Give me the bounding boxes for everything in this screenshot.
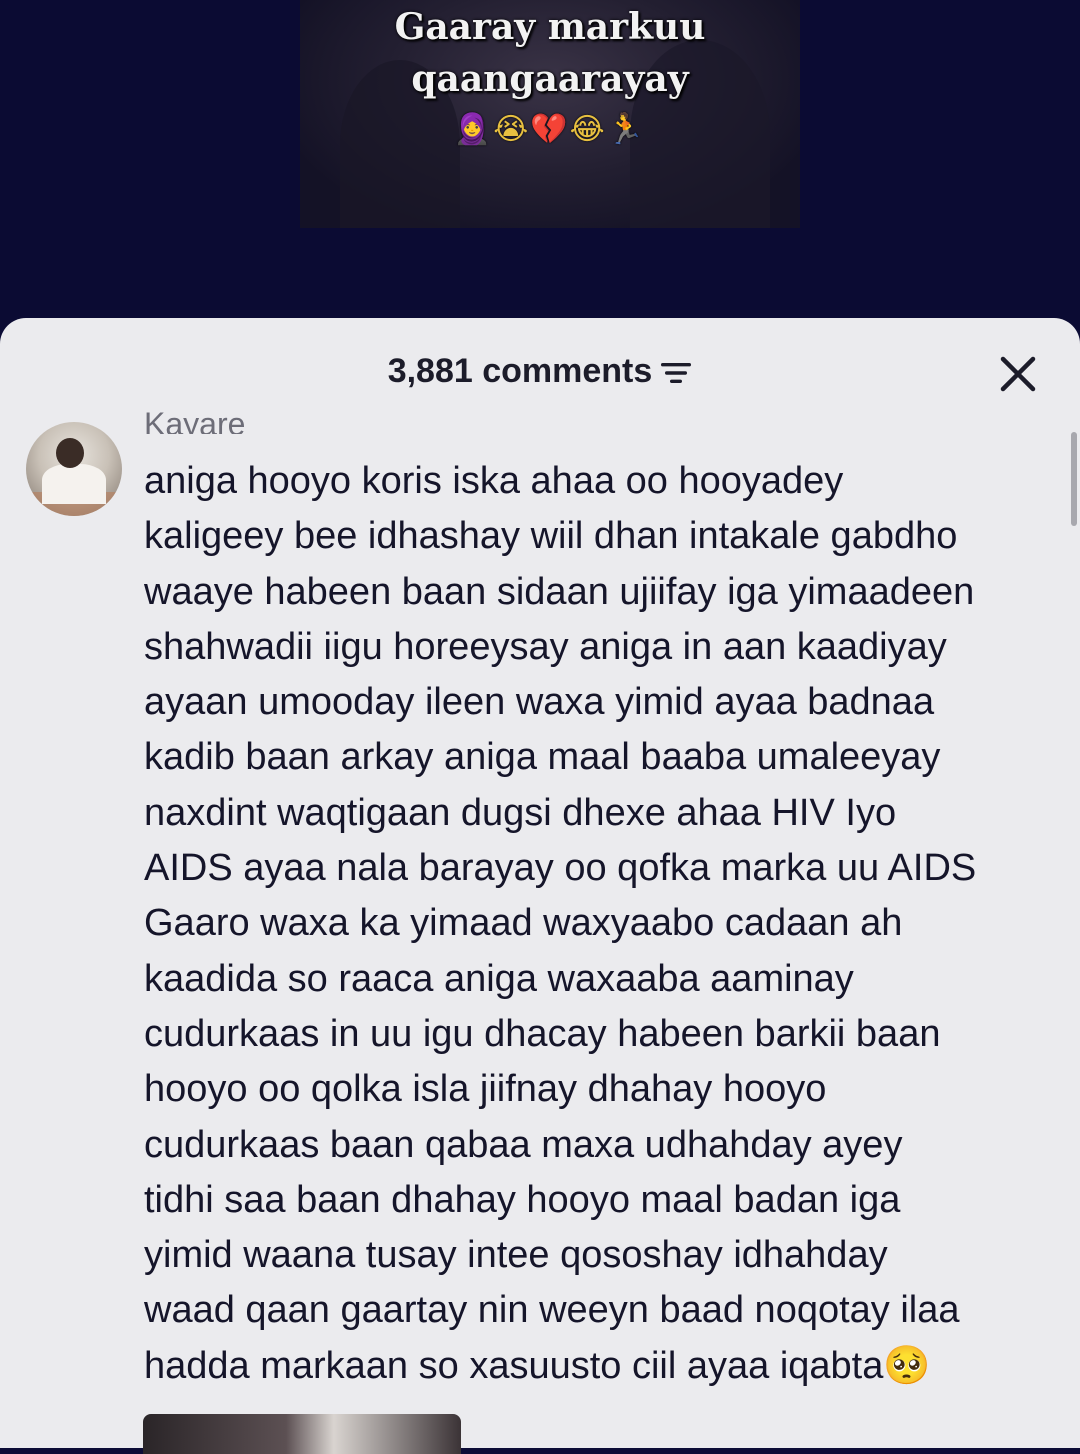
avatar-head <box>56 438 84 468</box>
comment-text-line: ayaan umooday ileen waxa yimid ayaa badn… <box>144 681 935 724</box>
comments-count-label: 3,881 comments <box>387 352 653 390</box>
scrollbar[interactable] <box>1071 432 1077 526</box>
comment-text-line: kaligeey bee idhashay wiil dhan intakale… <box>144 515 958 558</box>
filter-icon[interactable] <box>660 360 692 386</box>
comment-text-line: yimid waana tusay intee qososhay idhahda… <box>144 1234 888 1277</box>
comment-text-line: tidhi saa baan dhahay hooyo maal badan i… <box>144 1178 901 1221</box>
comment-text-line: shahwadii iigu horeeysay aniga in aan ka… <box>144 625 947 668</box>
comment-text-line: Gaaro waxa ka yimaad waxyaabo cadaan ah <box>144 902 903 945</box>
comment-text-line: AIDS ayaa nala barayay oo qofka marka uu… <box>144 847 977 890</box>
comment-text-line: naxdint waqtigaan dugsi dhexe ahaa HIV I… <box>144 791 897 834</box>
video-caption-emojis: 🧕😭💔😂🏃 <box>453 112 647 147</box>
comment-text: aniga hooyo koris iska ahaa oo hooyadey k… <box>144 454 1054 1394</box>
comments-sheet: 3,881 comments Kayare aniga hooyo koris … <box>0 318 1080 1448</box>
comment-text-line: kaadida so raaca aniga waxaaba aaminay <box>144 957 854 1000</box>
comment-attached-image[interactable] <box>143 1414 461 1454</box>
comment-username[interactable]: Kayare <box>144 404 245 434</box>
video-player[interactable]: Gaaray markuu qaangaarayay 🧕😭💔😂🏃 <box>0 0 1080 330</box>
comment-text-line: aniga hooyo koris iska ahaa oo hooyadey <box>144 460 844 502</box>
comment-text-line: waaye habeen baan sidaan ujiifay iga yim… <box>144 570 975 613</box>
comment-text-line: hadda markaan so xasuusto ciil ayaa iqab… <box>144 1344 931 1387</box>
avatar-body <box>42 464 106 504</box>
comment-text-line: hooyo oo qolka isla jiifnay dhahay hooyo <box>144 1068 827 1111</box>
video-caption-line1: Gaaray markuu <box>394 6 706 48</box>
close-icon[interactable] <box>996 352 1040 396</box>
comment-text-line: waad qaan gaartay nin weeyn baad noqotay… <box>144 1289 960 1332</box>
avatar[interactable] <box>26 422 122 516</box>
video-thumbnail[interactable]: Gaaray markuu qaangaarayay 🧕😭💔😂🏃 <box>300 0 800 228</box>
comment-text-line: kadib baan arkay aniga maal baaba umalee… <box>144 736 941 779</box>
video-caption-line2: qaangaarayay <box>411 58 689 100</box>
comment-text-line: cudurkaas in uu igu dhacay habeen barkii… <box>144 1012 941 1055</box>
comments-count-button[interactable]: 3,881 comments <box>0 352 1080 391</box>
comment-text-line: cudurkaas baan qabaa maxa udhahday ayey <box>144 1123 903 1166</box>
